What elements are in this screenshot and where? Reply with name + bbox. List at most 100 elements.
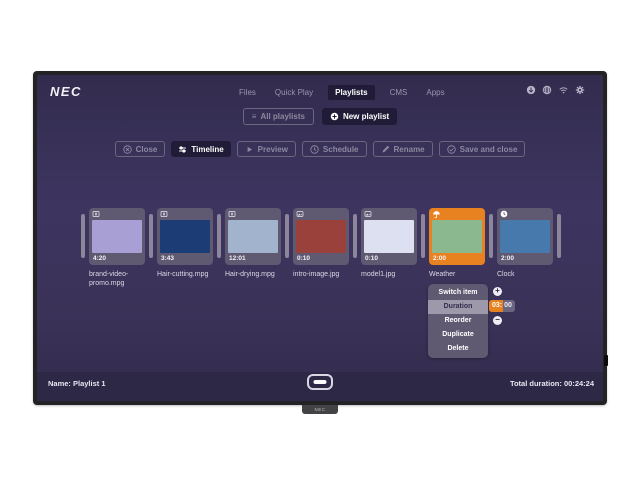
nav-tab-apps[interactable]: Apps xyxy=(422,85,448,100)
update-icon[interactable] xyxy=(526,85,536,95)
item-name: Hair-drying.mpg xyxy=(225,270,289,279)
item-name: brand-video-promo.mpg xyxy=(89,270,153,288)
video-icon xyxy=(92,210,100,218)
play-icon xyxy=(245,145,254,154)
insert-handle[interactable] xyxy=(421,214,425,258)
save-and-close-button[interactable]: Save and close xyxy=(439,141,526,157)
menu-item-delete[interactable]: Delete xyxy=(428,342,488,356)
item-duration: 4:20 xyxy=(89,253,145,265)
timeline-card-clock[interactable]: 2:00 xyxy=(497,208,553,265)
rename-button[interactable]: Rename xyxy=(373,141,433,157)
item-duration: 2:00 xyxy=(497,253,553,265)
insert-handle[interactable] xyxy=(353,214,357,258)
item-name: Weather xyxy=(429,270,493,279)
total-duration-label: Total duration: 00:24:24 xyxy=(510,379,594,388)
insert-handle[interactable] xyxy=(217,214,221,258)
menu-item-reorder[interactable]: Reorder xyxy=(428,314,488,328)
system-icons xyxy=(526,85,585,95)
timeline-item: 3:43 Hair-cutting.mpg xyxy=(157,208,213,279)
insert-handle[interactable] xyxy=(149,214,153,258)
timeline-item: 4:20 brand-video-promo.mpg xyxy=(89,208,145,288)
thumbnail xyxy=(296,220,346,253)
preview-button[interactable]: Preview xyxy=(237,141,296,157)
menu-item-duration[interactable]: Duration xyxy=(428,300,488,314)
timeline-button[interactable]: Timeline xyxy=(171,141,230,157)
timeline-item: 12:01 Hair-drying.mpg xyxy=(225,208,281,279)
nav-tab-files[interactable]: Files xyxy=(235,85,260,100)
timeline-card-video[interactable]: 12:01 xyxy=(225,208,281,265)
item-name: Clock xyxy=(497,270,561,279)
thumbnail xyxy=(500,220,550,253)
timeline-item: 0:10 intro-image.jpg xyxy=(293,208,349,279)
schedule-button[interactable]: Schedule xyxy=(302,141,367,157)
timeline-card-video[interactable]: 3:43 xyxy=(157,208,213,265)
settings-icon[interactable] xyxy=(575,85,585,95)
nav-tab-quick-play[interactable]: Quick Play xyxy=(271,85,317,100)
playlist-actions: ≡ All playlists New playlist xyxy=(37,108,603,125)
timeline-card-weather[interactable]: 2:00 xyxy=(429,208,485,265)
clock-icon xyxy=(310,145,319,154)
thumbnail xyxy=(364,220,414,253)
nec-display-bezel: NEC Files Quick Play Playlists CMS Apps xyxy=(33,71,607,405)
all-playlists-button[interactable]: ≡ All playlists xyxy=(243,108,314,125)
duration-increase-button[interactable]: + xyxy=(493,287,502,296)
insert-handle[interactable] xyxy=(489,214,493,258)
new-playlist-button[interactable]: New playlist xyxy=(322,108,397,125)
wifi-icon[interactable] xyxy=(558,85,569,95)
timeline-item-selected: 2:00 Weather xyxy=(429,208,485,279)
item-context-menu: Switch item Duration Reorder Duplicate D… xyxy=(428,284,488,358)
nec-logo: NEC xyxy=(50,84,82,99)
item-duration: 12:01 xyxy=(225,253,281,265)
thumbnail xyxy=(92,220,142,253)
video-icon xyxy=(160,210,168,218)
insert-handle[interactable] xyxy=(81,214,85,258)
video-icon xyxy=(228,210,236,218)
check-circle-icon xyxy=(447,145,456,154)
bezel-sensor xyxy=(604,355,608,366)
item-duration: 0:10 xyxy=(361,253,417,265)
item-duration: 2:00 xyxy=(429,253,485,265)
display-screen: NEC Files Quick Play Playlists CMS Apps xyxy=(37,75,603,401)
image-icon xyxy=(296,210,304,218)
bezel-nec-logo: NEC xyxy=(302,405,338,414)
playlist-name-label: Name: Playlist 1 xyxy=(48,379,106,388)
menu-item-duplicate[interactable]: Duplicate xyxy=(428,328,488,342)
thumbnail xyxy=(228,220,278,253)
thumbnail xyxy=(432,220,482,253)
insert-handle[interactable] xyxy=(557,214,561,258)
minimize-icon xyxy=(314,380,327,384)
close-icon xyxy=(123,145,132,154)
timeline-card-image[interactable]: 0:10 xyxy=(293,208,349,265)
nav-tab-playlists[interactable]: Playlists xyxy=(328,85,374,100)
timeline-card-video[interactable]: 4:20 xyxy=(89,208,145,265)
hide-panel-button[interactable] xyxy=(307,374,333,390)
duration-seconds: 00 xyxy=(503,300,515,312)
nav-tab-cms[interactable]: CMS xyxy=(386,85,412,100)
item-name: model1.jpg xyxy=(361,270,425,279)
globe-icon[interactable] xyxy=(542,85,552,95)
timeline-toolbar: Close Timeline Preview Schedule Rename S… xyxy=(37,141,603,157)
clock-icon xyxy=(500,210,508,218)
duration-minutes: 03: xyxy=(489,300,503,312)
menu-item-switch-item[interactable]: Switch item xyxy=(428,286,488,300)
item-duration: 3:43 xyxy=(157,253,213,265)
status-bar: Name: Playlist 1 Total duration: 00:24:2… xyxy=(37,372,603,401)
image-icon xyxy=(364,210,372,218)
all-playlists-label: All playlists xyxy=(260,112,304,121)
item-duration: 0:10 xyxy=(293,253,349,265)
new-playlist-label: New playlist xyxy=(343,112,389,121)
item-name: Hair-cutting.mpg xyxy=(157,270,221,279)
top-navigation: Files Quick Play Playlists CMS Apps xyxy=(235,85,449,100)
sliders-icon xyxy=(178,145,187,154)
timeline-item: 2:00 Clock xyxy=(497,208,553,279)
insert-handle[interactable] xyxy=(285,214,289,258)
close-button[interactable]: Close xyxy=(115,141,166,157)
duration-decrease-button[interactable]: − xyxy=(493,316,502,325)
duration-value-badge[interactable]: 03: 00 xyxy=(489,300,515,312)
timeline-track: 4:20 brand-video-promo.mpg 3:43 Hair-cut… xyxy=(81,208,561,288)
plus-circle-icon xyxy=(330,112,339,121)
timeline-item: 0:10 model1.jpg xyxy=(361,208,417,279)
item-name: intro-image.jpg xyxy=(293,270,357,279)
umbrella-icon xyxy=(432,210,441,219)
timeline-card-image[interactable]: 0:10 xyxy=(361,208,417,265)
